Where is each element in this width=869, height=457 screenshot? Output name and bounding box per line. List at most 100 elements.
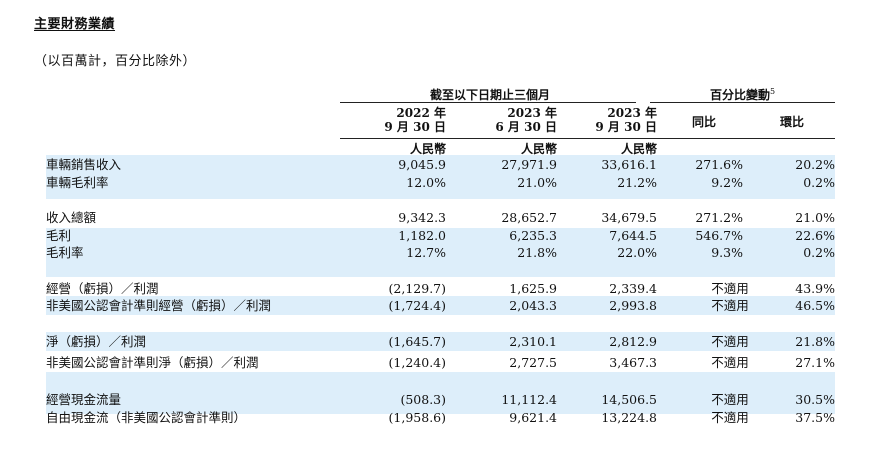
section-title: 主要財務業績 <box>34 17 116 32</box>
column-header-2023q3: 2023 年 9 月 30 日 <box>557 106 657 134</box>
cell-value: 6,235.3 <box>509 228 557 243</box>
cell-value: 27,971.9 <box>501 157 557 172</box>
cell-value: 12.7% <box>406 245 446 260</box>
row-label: 車輛毛利率 <box>46 175 109 190</box>
row-label: 非美國公認會計準則淨（虧損）／利潤 <box>46 355 259 370</box>
table-row: 淨（虧損）／利潤 (1,645.7) 2,310.1 2,812.9 不適用 2… <box>46 334 835 349</box>
cell-value: 9.2% <box>711 175 743 190</box>
row-label: 毛利率 <box>46 245 84 260</box>
table-row: 毛利率 12.7% 21.8% 22.0% 9.3% 0.2% <box>46 245 835 260</box>
period-group-label: 截至以下日期止三個月 <box>429 88 550 102</box>
row-label: 經營（虧損）／利潤 <box>46 281 159 296</box>
cell-value: 30.5% <box>795 392 835 407</box>
cell-value: 271.2% <box>695 210 743 225</box>
cell-value: 546.7% <box>695 228 743 243</box>
cell-value: 21.0% <box>795 210 835 225</box>
column-header-yoy: 同比 <box>664 115 744 129</box>
cell-value: 21.0% <box>517 175 557 190</box>
cell-value: 9,621.4 <box>509 410 557 425</box>
table-row: 車輛毛利率 12.0% 21.0% 21.2% 9.2% 0.2% <box>46 175 835 190</box>
cell-value: 2,993.8 <box>609 298 657 313</box>
column-header-qoq: 環比 <box>752 115 832 129</box>
table-row: 毛利 1,182.0 6,235.3 7,644.5 546.7% 22.6% <box>46 228 835 243</box>
cell-value: (508.3) <box>400 392 446 407</box>
cell-value: (2,129.7) <box>388 281 446 296</box>
table-row: 車輛銷售收入 9,045.9 27,971.9 33,616.1 271.6% … <box>46 157 835 172</box>
cell-value: 34,679.5 <box>601 210 657 225</box>
column-header-date: 6 月 30 日 <box>495 120 557 134</box>
table-row: 自由現金流（非美國公認會計準則） (1,958.6) 9,621.4 13,22… <box>46 410 835 425</box>
cell-value: 12.0% <box>406 175 446 190</box>
cell-value: 43.9% <box>795 281 835 296</box>
cell-value: 不適用 <box>711 392 749 407</box>
column-header-year: 2022 年 <box>396 106 446 120</box>
cell-value: 9,045.9 <box>398 157 446 172</box>
cell-value: 11,112.4 <box>501 392 557 407</box>
cell-value: 9,342.3 <box>398 210 446 225</box>
cell-value: 7,644.5 <box>609 228 657 243</box>
row-label: 自由現金流（非美國公認會計準則） <box>46 410 247 425</box>
cell-value: 不適用 <box>711 334 749 349</box>
table-row: 經營現金流量 (508.3) 11,112.4 14,506.5 不適用 30.… <box>46 392 835 407</box>
table-row: 收入總額 9,342.3 28,652.7 34,679.5 271.2% 21… <box>46 210 835 225</box>
column-header-label: 同比 <box>691 115 716 129</box>
column-header-year: 2023 年 <box>507 106 557 120</box>
row-label: 經營現金流量 <box>46 392 122 407</box>
cell-value: 不適用 <box>711 281 749 296</box>
cell-value: 不適用 <box>711 298 749 313</box>
cell-value: 37.5% <box>795 410 835 425</box>
cell-value: 1,625.9 <box>509 281 557 296</box>
table-row: 非美國公認會計準則經營（虧損）／利潤 (1,724.4) 2,043.3 2,9… <box>46 298 835 313</box>
table-row: 經營（虧損）／利潤 (2,129.7) 1,625.9 2,339.4 不適用 … <box>46 281 835 296</box>
cell-value: (1,645.7) <box>388 334 446 349</box>
cell-value: 1,182.0 <box>398 228 446 243</box>
cell-value: (1,724.4) <box>388 298 446 313</box>
cell-value: 0.2% <box>803 245 835 260</box>
table-row: 非美國公認會計準則淨（虧損）／利潤 (1,240.4) 2,727.5 3,46… <box>46 355 835 370</box>
cell-value: 2,310.1 <box>509 334 557 349</box>
cell-value: 271.6% <box>695 157 743 172</box>
cell-value: 28,652.7 <box>501 210 557 225</box>
row-label: 非美國公認會計準則經營（虧損）／利潤 <box>46 298 272 313</box>
cell-value: 21.2% <box>617 175 657 190</box>
cell-value: 27.1% <box>795 355 835 370</box>
cell-value: 14,506.5 <box>601 392 657 407</box>
cell-value: 22.0% <box>617 245 657 260</box>
cell-value: 20.2% <box>795 157 835 172</box>
column-header-year: 2023 年 <box>607 106 657 120</box>
cell-value: 9.3% <box>711 245 743 260</box>
cell-value: 0.2% <box>803 175 835 190</box>
column-header-date: 9 月 30 日 <box>384 120 446 134</box>
row-label: 車輛銷售收入 <box>46 157 122 172</box>
change-footnote-marker: 5 <box>769 87 776 96</box>
row-label: 毛利 <box>46 228 72 243</box>
cell-value: 2,727.5 <box>509 355 557 370</box>
cell-value: 21.8% <box>517 245 557 260</box>
change-group-header: 百分比變動5 <box>650 86 835 103</box>
cell-value: 3,467.3 <box>609 355 657 370</box>
unit-note: （以百萬計，百分比除外） <box>34 54 197 69</box>
cell-value: 13,224.8 <box>601 410 657 425</box>
column-header-2023q2: 2023 年 6 月 30 日 <box>457 106 557 134</box>
cell-value: 46.5% <box>795 298 835 313</box>
header-rule <box>340 138 835 139</box>
cell-value: 不適用 <box>711 410 749 425</box>
cell-value: 2,043.3 <box>509 298 557 313</box>
cell-value: (1,958.6) <box>388 410 446 425</box>
row-label: 淨（虧損）／利潤 <box>46 334 147 349</box>
period-group-header: 截至以下日期止三個月 <box>340 86 640 103</box>
period-group-rule <box>340 102 636 103</box>
cell-value: 22.6% <box>795 228 835 243</box>
cell-value: 21.8% <box>795 334 835 349</box>
change-group-rule <box>650 102 835 103</box>
cell-value: (1,240.4) <box>388 355 446 370</box>
cell-value: 2,339.4 <box>609 281 657 296</box>
cell-value: 2,812.9 <box>609 334 657 349</box>
column-header-2022q3: 2022 年 9 月 30 日 <box>346 106 446 134</box>
cell-value: 不適用 <box>711 355 749 370</box>
column-header-label: 環比 <box>779 115 804 129</box>
row-label: 收入總額 <box>46 210 97 225</box>
change-group-label: 百分比變動 <box>709 88 770 102</box>
cell-value: 33,616.1 <box>601 157 657 172</box>
column-header-date: 9 月 30 日 <box>595 120 657 134</box>
